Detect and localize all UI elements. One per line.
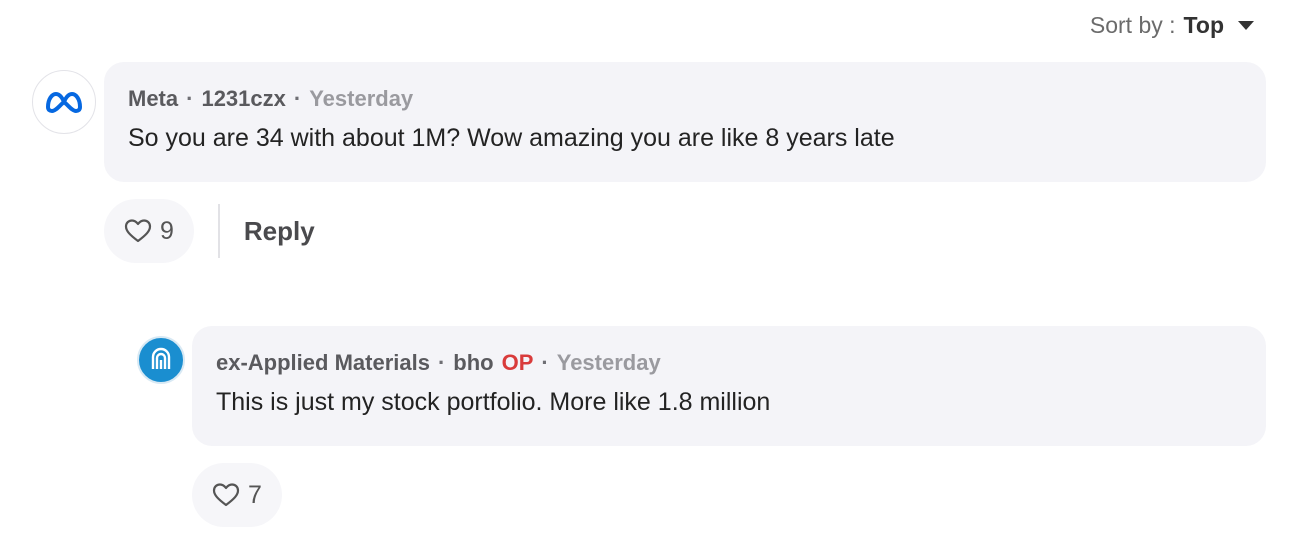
timestamp: Yesterday xyxy=(309,86,414,111)
applied-materials-logo-icon xyxy=(151,347,171,369)
timestamp: Yesterday xyxy=(556,350,661,375)
author-name[interactable]: Meta xyxy=(128,86,178,112)
heart-icon xyxy=(124,219,152,243)
author-name[interactable]: ex-Applied Materials xyxy=(216,350,430,376)
comment-text: This is just my stock portfolio. More li… xyxy=(216,388,771,416)
comment-meta: ex-Applied Materials · bho OP · Yesterda… xyxy=(216,350,1242,376)
separator-dot: · xyxy=(293,86,302,111)
comment-bubble: ex-Applied Materials · bho OP · Yesterda… xyxy=(192,326,1266,446)
divider xyxy=(217,204,220,258)
sort-value: Top xyxy=(1183,12,1224,38)
like-button[interactable]: 7 xyxy=(192,463,282,527)
avatar[interactable] xyxy=(137,336,185,384)
username[interactable]: 1231czx xyxy=(201,86,285,112)
like-count: 9 xyxy=(160,216,174,245)
sort-dropdown[interactable]: Sort by : Top xyxy=(1090,12,1254,39)
op-badge: OP xyxy=(501,350,534,375)
like-button[interactable]: 9 xyxy=(104,199,194,263)
comment-meta: Meta · 1231czx · Yesterday xyxy=(128,86,1242,112)
username[interactable]: bho xyxy=(453,350,493,376)
like-count: 7 xyxy=(248,480,262,509)
heart-icon xyxy=(212,483,240,507)
meta-logo-icon xyxy=(46,92,82,113)
avatar[interactable] xyxy=(32,70,96,134)
separator-dot: · xyxy=(186,86,194,111)
separator-dot: · xyxy=(437,350,446,375)
reply-button[interactable]: Reply xyxy=(244,216,315,247)
separator-dot: · xyxy=(541,350,549,375)
comment-actions: 9 Reply xyxy=(104,199,315,263)
comment-text: So you are 34 with about 1M? Wow amazing… xyxy=(128,124,895,152)
caret-down-icon xyxy=(1238,21,1254,30)
sort-label: Sort by : xyxy=(1089,12,1176,38)
comment-actions: 7 xyxy=(192,463,282,527)
comments-panel: Sort by : Top Meta · 1231czx · Yesterday… xyxy=(0,0,1290,538)
comment-bubble: Meta · 1231czx · Yesterday So you are 34… xyxy=(104,62,1266,182)
